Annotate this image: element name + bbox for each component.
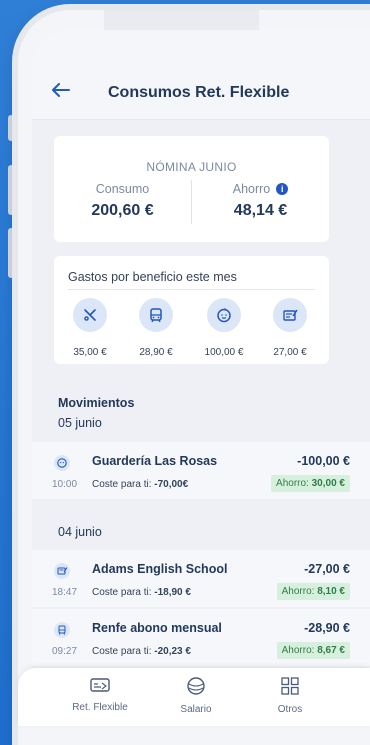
phone-side-button: [8, 228, 14, 278]
date-header: 05 junio: [58, 416, 102, 430]
bus-icon: [54, 622, 70, 638]
card-icon: [60, 676, 140, 699]
movement-amount: -28,90 €: [304, 621, 350, 635]
nav-label: Otros: [277, 704, 303, 715]
app-screen: Consumos Ret. Flexible NÓMINA JUNIO Cons…: [32, 30, 370, 705]
benefit-childcare[interactable]: 100,00 €: [195, 298, 253, 358]
salary-icon: [156, 676, 236, 701]
ahorro-column: Ahorro i 48,14 €: [192, 182, 329, 220]
cost-label: Coste para ti:: [92, 587, 155, 598]
benefit-value: 35,00 €: [73, 347, 107, 358]
arrow-left-icon[interactable]: [52, 80, 70, 103]
cost-value: -70,00€: [154, 479, 189, 490]
movement-time: 10:00: [52, 479, 78, 490]
consumo-label: Consumo: [95, 182, 150, 196]
movement-row[interactable]: Renfe abono mensual -28,90 € 09:27 Coste…: [32, 609, 370, 666]
movement-name: Renfe abono mensual: [92, 621, 222, 635]
ahorro-badge: Ahorro: 8,67 €: [276, 642, 350, 659]
ahorro-badge-label: Ahorro:: [281, 586, 318, 597]
cost-value: -18,90 €: [154, 587, 191, 598]
nav-otros[interactable]: Otros: [250, 676, 330, 715]
ahorro-badge-value: 8,67 €: [317, 645, 345, 656]
baby-icon: [54, 455, 70, 471]
movement-cost: Coste para ti: -70,00€: [92, 479, 188, 490]
education-icon: [54, 563, 70, 579]
nav-label: Salario: [180, 704, 212, 715]
bottom-navigation: Ret. Flexible Salario Otros: [18, 668, 370, 726]
movimientos-title: Movimientos: [58, 396, 135, 410]
education-icon: [273, 298, 307, 332]
movement-cost: Coste para ti: -20,23 €: [92, 646, 191, 657]
divider: [68, 289, 315, 290]
ahorro-badge: Ahorro: 8,10 €: [276, 583, 350, 600]
date-header: 04 junio: [58, 525, 102, 539]
movement-amount: -100,00 €: [297, 454, 350, 468]
benefit-value: 27,00 €: [273, 347, 307, 358]
ahorro-badge: Ahorro: 30,00 €: [271, 475, 350, 492]
bus-icon: [139, 298, 173, 332]
ahorro-badge-label: Ahorro:: [276, 478, 312, 489]
movement-time: 09:27: [52, 646, 78, 657]
gastos-card: Gastos por beneficio este mes 35,00 € 28…: [54, 256, 329, 364]
nomina-title: NÓMINA JUNIO: [146, 160, 237, 174]
info-icon[interactable]: i: [276, 183, 289, 195]
cost-label: Coste para ti:: [92, 479, 155, 490]
ahorro-value: 48,14 €: [233, 202, 288, 219]
ahorro-badge-value: 30,00 €: [311, 478, 345, 489]
movement-cost: Coste para ti: -18,90 €: [92, 587, 191, 598]
gastos-title: Gastos por beneficio este mes: [68, 270, 237, 284]
benefit-restaurant[interactable]: 35,00 €: [61, 298, 119, 358]
nav-ret-flexible[interactable]: Ret. Flexible: [60, 676, 140, 713]
ahorro-label-row: Ahorro i: [192, 182, 329, 196]
movement-name: Guardería Las Rosas: [92, 454, 218, 468]
nav-salario[interactable]: Salario: [156, 676, 236, 715]
benefit-value: 100,00 €: [204, 347, 244, 358]
ahorro-badge-value: 8,10 €: [317, 586, 345, 597]
phone-side-button: [8, 115, 14, 141]
movement-time: 18:47: [52, 587, 78, 598]
restaurant-icon: [73, 298, 107, 332]
grid-icon: [250, 676, 330, 701]
nomina-summary-card: NÓMINA JUNIO Consumo 200,60 € Ahorro i 48…: [54, 136, 329, 242]
ahorro-label: Ahorro: [232, 182, 271, 196]
consumo-column: Consumo 200,60 €: [54, 182, 191, 220]
cost-value: -20,23 €: [154, 646, 191, 657]
baby-icon: [207, 298, 241, 332]
movement-row[interactable]: Guardería Las Rosas -100,00 € 10:00 Cost…: [32, 442, 370, 499]
phone-side-button: [8, 165, 14, 215]
app-header: Consumos Ret. Flexible: [32, 30, 370, 120]
phone-frame: Consumos Ret. Flexible NÓMINA JUNIO Cons…: [18, 10, 370, 745]
movement-name: Adams English School: [92, 562, 228, 576]
nav-label: Ret. Flexible: [72, 702, 128, 713]
ahorro-badge-label: Ahorro:: [281, 645, 318, 656]
page-title: Consumos Ret. Flexible: [108, 84, 290, 101]
benefit-education[interactable]: 27,00 €: [261, 298, 319, 358]
benefit-transport[interactable]: 28,90 €: [127, 298, 185, 358]
cost-label: Coste para ti:: [92, 646, 155, 657]
benefit-value: 28,90 €: [139, 347, 173, 358]
movement-row[interactable]: Adams English School -27,00 € 18:47 Cost…: [32, 550, 370, 607]
movement-amount: -27,00 €: [304, 562, 350, 576]
consumo-value: 200,60 €: [91, 202, 154, 219]
